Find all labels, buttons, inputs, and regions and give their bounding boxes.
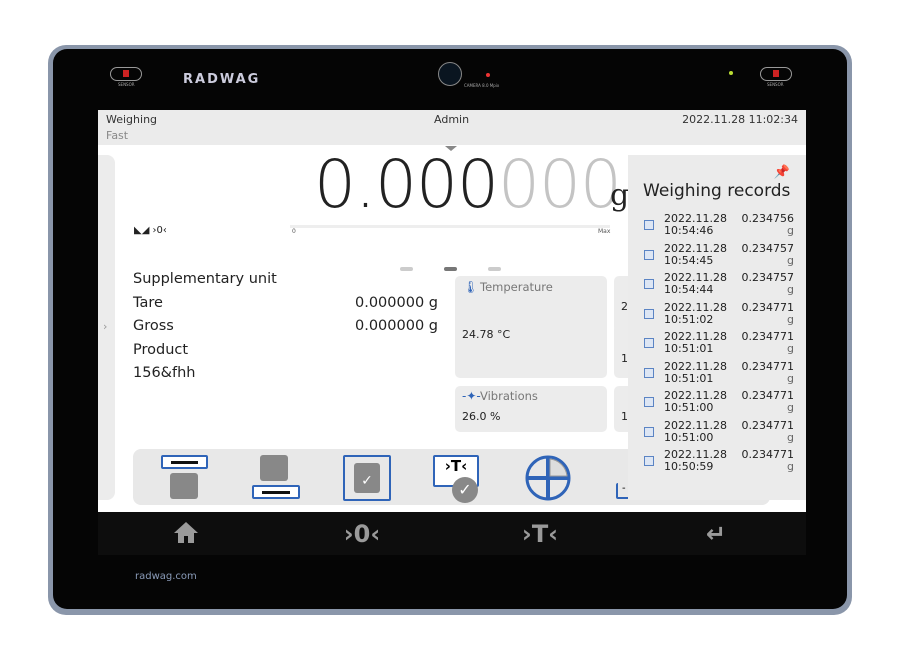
tare-button[interactable]: ›T‹	[510, 520, 570, 548]
record-icon	[644, 456, 654, 466]
record-icon	[644, 397, 654, 407]
weight-reading: 0.000000	[314, 146, 622, 223]
record-item[interactable]: 2022.11.28 10:54:46 0.234756 g	[644, 213, 794, 243]
record-item[interactable]: 2022.11.28 10:50:59 0.234771 g	[644, 449, 794, 479]
record-time: 10:51:01	[664, 342, 714, 355]
tare-confirm-button[interactable]: ›T‹ ✓	[433, 453, 483, 503]
info-row: Gross 0.000000 g	[133, 318, 438, 334]
temperature-widget[interactable]: 🌡 Temperature 24.78 °C	[455, 276, 607, 378]
capacity-bar	[290, 225, 610, 228]
record-unit: g	[787, 460, 794, 473]
brand-logo: RADWAG	[183, 72, 261, 87]
record-item[interactable]: 2022.11.28 10:51:01 0.234771 g	[644, 359, 795, 391]
camera-label: CAMERA 8.0 Mpix	[464, 83, 500, 88]
weighing-records-panel: 📌 Weighing records 2022.11.28 10:54:46 0…	[628, 155, 806, 500]
record-time: 10:51:01	[664, 371, 714, 385]
page-dot-active[interactable]	[444, 267, 457, 271]
record-time: 10:51:00	[664, 430, 714, 444]
record-icon	[644, 426, 654, 437]
chevron-right-icon: ›	[103, 320, 108, 333]
record-item[interactable]: 2022.11.28 10:51:00 0.234771 g	[644, 390, 794, 420]
record-icon	[644, 279, 654, 289]
record-time: 10:54:45	[664, 253, 714, 267]
user-label: Admin	[434, 113, 470, 126]
records-title: Weighing records	[643, 181, 791, 201]
info-row: 156&fhh	[133, 365, 196, 381]
record-time: 10:50:59	[664, 460, 714, 473]
record-time: 10:54:46	[664, 224, 714, 237]
screen: Weighing Fast Admin 2022.11.28 11:02:34 …	[98, 110, 806, 512]
info-row: Supplementary unit	[133, 271, 277, 287]
datetime: 2022.11.28 11:02:34	[682, 113, 798, 126]
record-mass: 0.234771	[741, 300, 795, 314]
record-time: 10:51:02	[664, 312, 714, 326]
zero-button[interactable]: ›0‹	[332, 520, 392, 548]
thermometer-icon: 🌡	[463, 280, 479, 294]
record-date: 2022.11.28	[664, 359, 727, 373]
record-icon	[644, 308, 654, 319]
printer-icon	[170, 473, 198, 499]
check-icon: ✓	[452, 477, 478, 503]
stability-zero-indicators: ◣◢ ›0‹	[134, 225, 167, 236]
page-dot[interactable]	[488, 267, 501, 271]
camera-led	[486, 73, 490, 77]
record-icon	[644, 220, 654, 230]
record-item[interactable]: 2022.11.28 10:54:44 0.234757 g	[644, 272, 794, 302]
statistics-button[interactable]	[523, 453, 573, 501]
website-label: radwag.com	[135, 571, 197, 582]
navigation-bar: ›0‹ ›T‹ ↵	[98, 512, 806, 555]
record-unit: g	[787, 430, 794, 444]
record-item[interactable]: 2022.11.28 10:51:01 0.234771 g	[644, 331, 794, 361]
mode-label: Weighing	[106, 113, 158, 126]
status-bar[interactable]: Weighing Fast Admin 2022.11.28 11:02:34	[98, 110, 806, 145]
record-unit: g	[787, 371, 794, 385]
record-unit: g	[787, 224, 794, 237]
print-header-button[interactable]	[158, 453, 208, 501]
printer-icon	[260, 455, 288, 481]
left-panel-tab[interactable]: ›	[98, 155, 115, 500]
enter-button[interactable]: ↵	[686, 520, 746, 548]
sensor-label: SENSOR	[767, 82, 784, 87]
home-icon	[174, 522, 198, 543]
record-mass: 0.234757	[741, 241, 795, 255]
record-unit: g	[787, 283, 794, 296]
record-date: 2022.11.28	[664, 418, 727, 432]
record-icon	[644, 249, 654, 260]
record-unit: g	[787, 312, 794, 326]
bar-max: Max	[598, 228, 611, 235]
sensor-left	[110, 67, 142, 81]
info-panel: Supplementary unit Tare 0.000000 g Gross 0…	[133, 271, 438, 389]
record-item[interactable]: 2022.11.28 10:51:02 0.234771 g	[644, 300, 795, 332]
record-mass: 0.234771	[741, 359, 795, 373]
profile-label: Fast	[106, 129, 129, 142]
home-button[interactable]	[156, 520, 216, 550]
record-item[interactable]: 2022.11.28 10:51:00 0.234771 g	[644, 418, 795, 450]
weight-unit: g	[610, 178, 630, 213]
record-date: 2022.11.28	[664, 300, 727, 314]
vibrations-widget[interactable]: -✦- Vibrations 26.0 %	[455, 386, 607, 432]
record-time: 10:54:44	[664, 283, 714, 296]
info-row: Product	[133, 341, 189, 358]
record-item[interactable]: 2022.11.28 10:54:45 0.234757 g	[644, 241, 795, 273]
record-date: 2022.11.28	[664, 241, 727, 255]
record-unit: g	[787, 342, 794, 355]
print-footer-button[interactable]	[250, 453, 300, 501]
pin-icon[interactable]: 📌	[774, 165, 790, 180]
vibration-icon: -✦-	[462, 389, 481, 403]
save-check-icon: ✓	[354, 463, 380, 493]
sensor-label: SENSOR	[118, 82, 135, 87]
record-time: 10:51:00	[664, 401, 714, 414]
record-mass: 0.234771	[741, 418, 795, 432]
status-led	[729, 71, 733, 75]
info-row: Tare 0.000000 g	[133, 294, 438, 311]
camera-icon	[438, 62, 462, 86]
bar-min: 0	[292, 228, 296, 235]
record-icon	[644, 338, 654, 348]
sensor-right	[760, 67, 792, 81]
record-unit: g	[787, 253, 794, 267]
record-unit: g	[787, 401, 794, 414]
save-confirm-button[interactable]: ✓	[343, 453, 393, 501]
record-icon	[644, 367, 654, 378]
pie-chart-icon	[525, 455, 571, 501]
